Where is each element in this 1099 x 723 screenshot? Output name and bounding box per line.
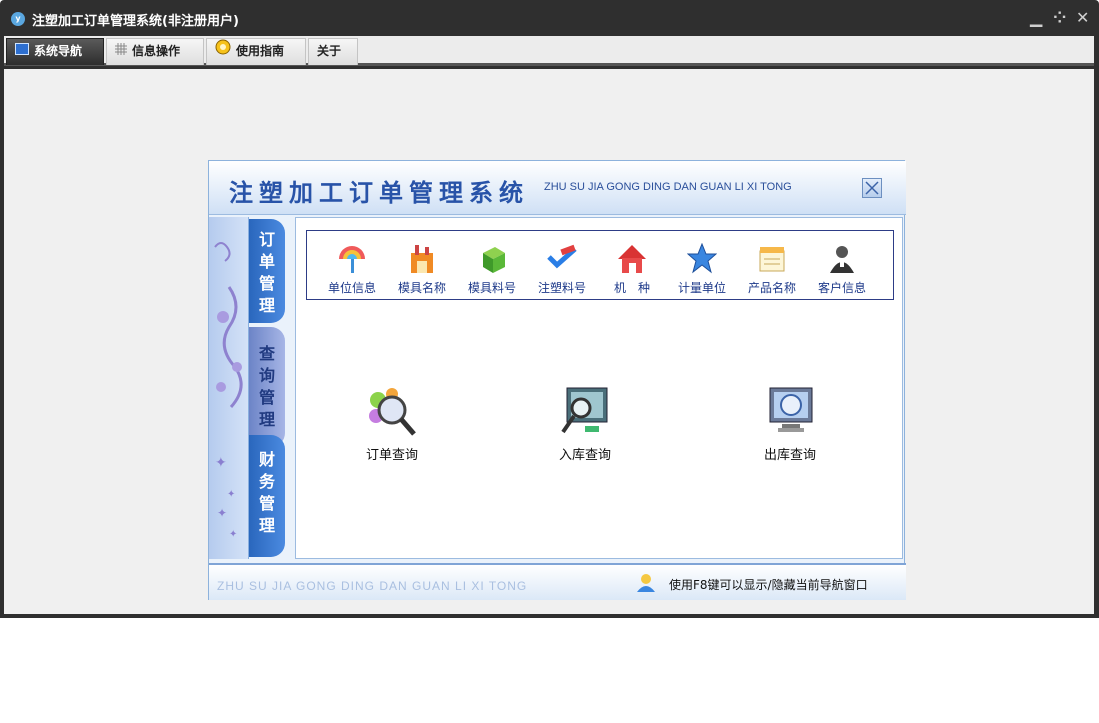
query-item-label: 出库查询 — [763, 448, 816, 463]
quick-item-mold-name[interactable]: 模具名称 — [387, 231, 457, 301]
nav-title: 注塑加工订单管理系统 — [229, 179, 529, 207]
quick-item-customer-info[interactable]: 客户信息 — [807, 231, 877, 301]
title-bar: y 注塑加工订单管理系统(非注册用户) ▁ ⁘ ✕ — [0, 0, 1099, 36]
house-icon — [618, 245, 646, 273]
tab-label: 关于 — [317, 44, 342, 58]
navigation-panel: 注塑加工订单管理系统 ZHU SU JIA GONG DING DAN GUAN… — [208, 160, 906, 600]
side-tab-order-management[interactable]: 订单管理 — [249, 219, 285, 323]
footer-hint: 使用F8键可以显示/隐藏当前导航窗口 — [669, 578, 868, 592]
nav-header: 注塑加工订单管理系统 ZHU SU JIA GONG DING DAN GUAN… — [209, 161, 906, 215]
restore-button[interactable]: ⁘ — [1053, 8, 1066, 27]
minimize-button[interactable]: ▁ — [1030, 8, 1042, 27]
magnifier-icon — [369, 388, 416, 436]
tab-label: 使用指南 — [236, 44, 285, 58]
quick-item-label: 单位信息 — [327, 281, 376, 295]
query-item-label: 入库查询 — [558, 448, 611, 463]
quick-item-unit-of-measure[interactable]: 计量单位 — [667, 231, 737, 301]
tab-system-navigation[interactable]: 系统导航 — [6, 38, 104, 65]
query-item-label: 订单查询 — [365, 448, 418, 463]
quick-item-machine-type[interactable]: 机 种 — [597, 231, 667, 301]
close-button[interactable]: ✕ — [1076, 8, 1089, 27]
tab-label: 信息操作 — [132, 44, 181, 58]
quick-item-label: 注塑料号 — [537, 281, 586, 295]
tab-info-operation[interactable]: 信息操作 — [106, 38, 204, 65]
quick-item-resin-part-no[interactable]: 注塑料号 — [527, 231, 597, 301]
quick-access-box: 单位信息 模具名称 模具料号 注塑料号 机 种 计量单位 产品名称 客户信息 — [306, 230, 894, 300]
monitor-scan-icon — [769, 387, 813, 432]
guide-icon — [215, 39, 231, 64]
floral-decoration-icon: ✦✦ ✦✦ — [214, 242, 243, 540]
nav-subtitle: ZHU SU JIA GONG DING DAN GUAN LI XI TONG — [544, 181, 792, 193]
side-tab-query-management[interactable]: 查询管理 — [249, 327, 285, 447]
nav-content-area: 单位信息 模具名称 模具料号 注塑料号 机 种 计量单位 产品名称 客户信息 订… — [295, 217, 903, 559]
nav-footer: ZHU SU JIA GONG DING DAN GUAN LI XI TONG… — [209, 563, 906, 600]
quick-item-unit-info[interactable]: 单位信息 — [317, 231, 387, 301]
svg-text:✦: ✦ — [215, 455, 227, 471]
monitor-icon — [15, 39, 29, 64]
quick-item-label: 计量单位 — [677, 281, 726, 295]
star-icon — [687, 243, 717, 274]
quick-item-label: 客户信息 — [817, 281, 866, 295]
svg-text:✦: ✦ — [217, 506, 227, 520]
svg-text:✦: ✦ — [229, 529, 237, 540]
side-tab-label: 查询管理 — [258, 344, 275, 429]
menu-tab-bar: 系统导航 信息操作 使用指南 关于 — [4, 36, 1094, 66]
quick-item-label: 产品名称 — [747, 281, 796, 295]
nav-close-button[interactable] — [862, 178, 882, 198]
quick-item-label: 机 种 — [613, 281, 650, 295]
side-tab-label: 订单管理 — [258, 230, 275, 315]
rainbow-umbrella-icon — [339, 246, 365, 273]
quick-item-mold-part-no[interactable]: 模具料号 — [457, 231, 527, 301]
quick-item-label: 模具料号 — [467, 281, 516, 295]
quick-item-label: 模具名称 — [397, 281, 446, 295]
monitor-search-icon — [561, 387, 608, 434]
factory-icon — [411, 245, 433, 273]
query-item-order[interactable]: 订单查询 — [332, 386, 452, 466]
window-title: 注塑加工订单管理系统(非注册用户) — [32, 14, 239, 29]
pen-check-icon — [547, 244, 577, 269]
svg-text:✦: ✦ — [227, 489, 235, 500]
tab-user-guide[interactable]: 使用指南 — [206, 38, 306, 65]
close-x-icon — [865, 181, 879, 195]
side-tab-label: 财务管理 — [258, 450, 275, 535]
decorative-sidebar: ✦ ✦ ✦ ✦ — [209, 217, 249, 559]
tab-label: 系统导航 — [34, 44, 83, 58]
green-box-icon — [483, 247, 505, 273]
quick-item-product-name[interactable]: 产品名称 — [737, 231, 807, 301]
tab-about[interactable]: 关于 — [308, 38, 358, 65]
app-logo-icon: y — [11, 12, 25, 26]
grid-icon — [115, 39, 127, 64]
notepad-icon — [759, 247, 785, 272]
info-person-icon — [637, 574, 655, 592]
side-tab-finance-management[interactable]: 财务管理 — [249, 435, 285, 557]
query-item-stock-in[interactable]: 入库查询 — [525, 386, 645, 466]
footer-subtitle: ZHU SU JIA GONG DING DAN GUAN LI XI TONG — [217, 579, 528, 593]
person-icon — [830, 246, 854, 273]
query-item-stock-out[interactable]: 出库查询 — [730, 386, 850, 466]
